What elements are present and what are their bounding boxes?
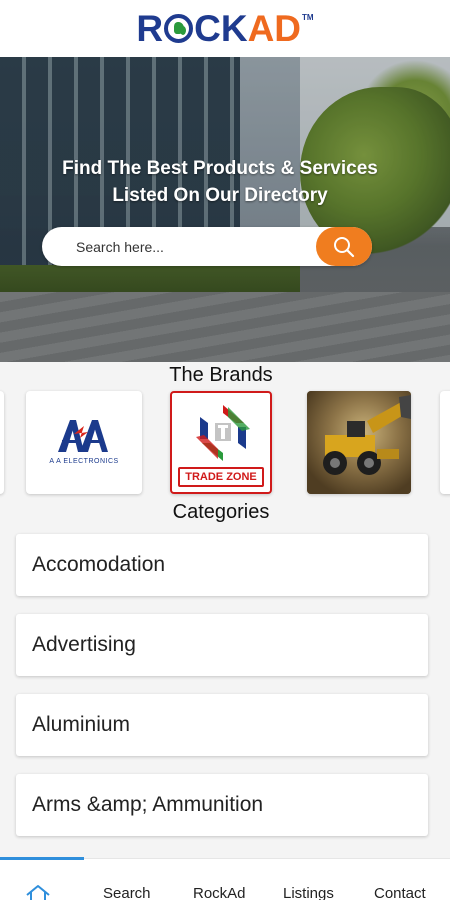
categories-heading: Categories: [172, 501, 270, 523]
rockad-logo[interactable]: R CK AD TM: [136, 10, 313, 47]
equipment-photo: [307, 391, 411, 494]
brand-card-partial-right[interactable]: [440, 391, 450, 494]
category-label: Arms &amp; Ammunition: [32, 793, 264, 816]
bottom-navigation: Search RockAd Listings Contact: [0, 857, 450, 900]
nav-search[interactable]: Search: [103, 885, 151, 900]
globe-icon: [164, 14, 194, 43]
category-item[interactable]: Advertising: [16, 614, 428, 676]
brand-card-aa-electronics[interactable]: A A ELECTRONICS: [26, 391, 142, 494]
loader-machine-image: [323, 395, 411, 475]
hero-title-line2: Listed On Our Directory: [112, 185, 328, 206]
search-input[interactable]: [76, 227, 306, 266]
category-label: Advertising: [32, 633, 136, 656]
brand-card-partial-left[interactable]: [0, 391, 4, 494]
nav-listings[interactable]: Listings: [283, 885, 334, 900]
home-icon: [26, 885, 50, 900]
logo-letters-ck: CK: [194, 8, 248, 49]
category-label: Accomodation: [32, 553, 166, 576]
brands-heading: The Brands: [169, 364, 273, 386]
app-screen: R CK AD TM Find The Best Products & Serv…: [0, 0, 450, 900]
logo-letters-ad: AD: [247, 8, 302, 49]
search-bar: [42, 227, 372, 266]
aa-logo-icon: [58, 420, 108, 452]
search-button[interactable]: [316, 227, 372, 266]
hero-banner: Find The Best Products & Services Listed…: [0, 57, 450, 362]
brand-name-trade-zone: TRADE ZONE: [178, 467, 264, 487]
trade-zone-emblem-icon: [196, 405, 250, 461]
hero-overlay: [0, 57, 450, 362]
brand-card-trade-zone[interactable]: TRADE ZONE: [170, 391, 272, 494]
nav-contact[interactable]: Contact: [374, 885, 426, 900]
nav-rockad[interactable]: RockAd: [193, 885, 246, 900]
hero-title-line1: Find The Best Products & Services: [62, 158, 378, 179]
hero-title: Find The Best Products & Services Listed…: [0, 155, 440, 209]
active-tab-indicator: [0, 857, 84, 860]
category-item[interactable]: Arms &amp; Ammunition: [16, 774, 428, 836]
category-label: Aluminium: [32, 713, 131, 736]
app-header: R CK AD TM: [0, 0, 450, 57]
brand-name-aa-electronics: A A ELECTRONICS: [49, 458, 119, 465]
logo-trademark: TM: [302, 13, 314, 22]
category-item[interactable]: Accomodation: [16, 534, 428, 596]
brand-card-equipment[interactable]: [307, 391, 411, 494]
category-item[interactable]: Aluminium: [16, 694, 428, 756]
search-icon: [334, 236, 355, 257]
nav-home[interactable]: [24, 883, 52, 900]
aa-electronics-logo: [26, 416, 142, 461]
logo-letter-r: R: [136, 8, 164, 49]
trade-zone-logo: [188, 403, 258, 468]
